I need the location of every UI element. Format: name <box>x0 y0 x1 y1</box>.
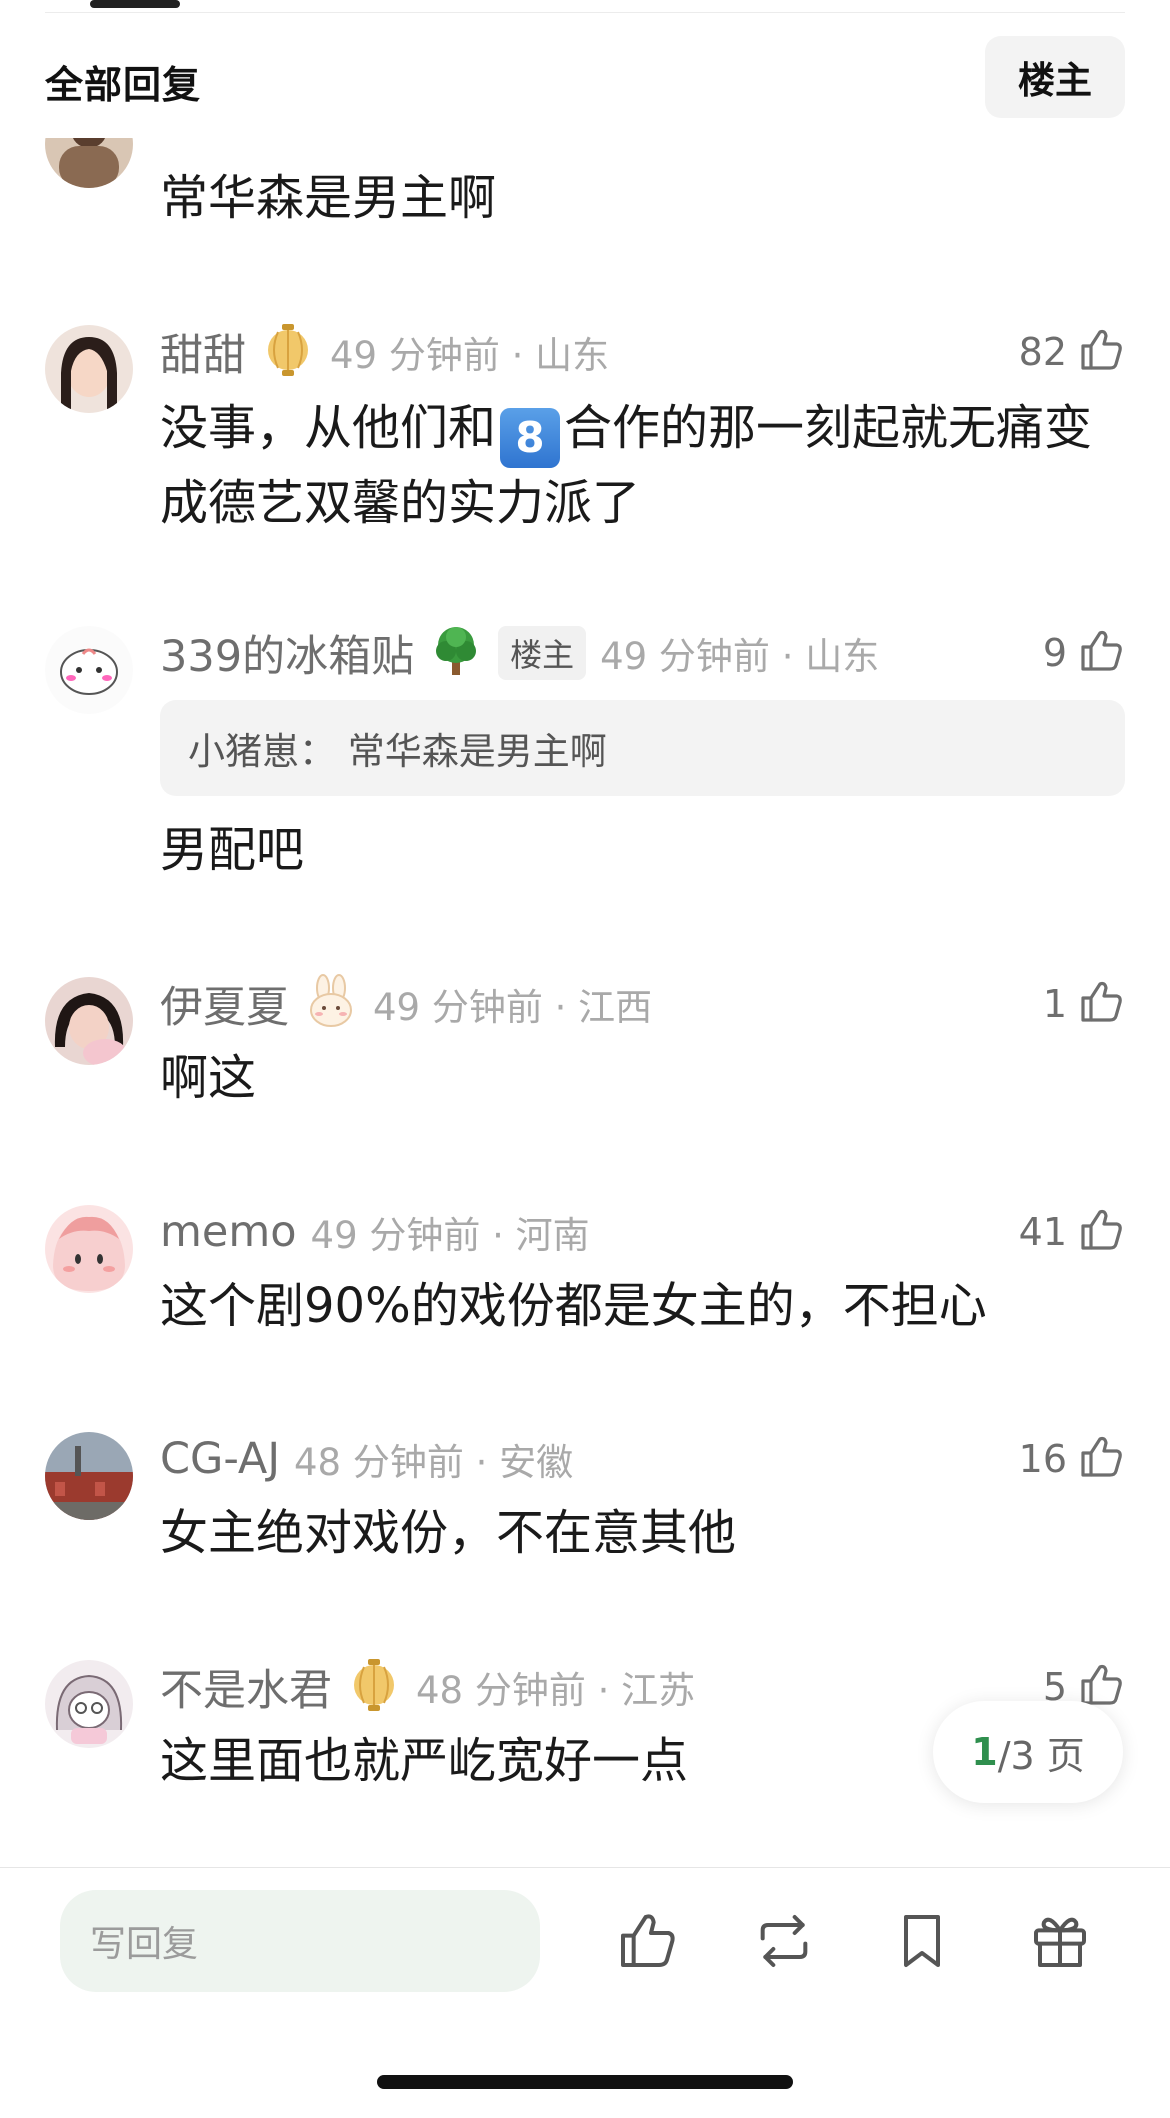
comment-text: 常华森是男主啊 <box>160 170 497 226</box>
comment-header: 甜甜 49 分钟前 · 山东 <box>160 322 609 382</box>
repost-button[interactable] <box>752 1909 816 1973</box>
gift-button[interactable] <box>1028 1909 1092 1973</box>
comment-meta: 49 分钟前 · 山东 <box>330 334 610 377</box>
like-count: 1 <box>1042 982 1067 1026</box>
thumb-up-icon <box>1077 1206 1125 1258</box>
reply-list-header: 全部回复 楼主 <box>0 14 1170 138</box>
avatar[interactable] <box>45 1205 133 1293</box>
comment-header: CG-AJ 48 分钟前 · 安徽 <box>160 1429 573 1489</box>
bottom-bar-divider <box>0 1867 1170 1868</box>
comment-header: memo 49 分钟前 · 河南 <box>160 1202 590 1262</box>
like-button[interactable]: 82 <box>1019 322 1125 382</box>
op-only-filter-button[interactable]: 楼主 <box>985 36 1125 118</box>
comments-page: 常华森是男主啊 甜甜 49 分钟前 · 山东 82 没事，从他们和 8 合作的那一刻… <box>0 0 1170 2118</box>
like-count: 16 <box>1018 1437 1067 1481</box>
avatar[interactable] <box>45 1660 133 1748</box>
username[interactable]: 不是水君 <box>160 1656 332 1718</box>
bookmark-icon <box>890 1915 954 1977</box>
tree-badge-icon <box>428 623 484 683</box>
reply-input[interactable]: 写回复 <box>60 1890 540 1992</box>
repost-icon <box>752 1915 816 1977</box>
username[interactable]: CG-AJ <box>160 1434 280 1484</box>
avatar[interactable] <box>45 977 133 1065</box>
current-page: 1 <box>971 1730 998 1774</box>
quoted-comment[interactable]: 小猪崽： 常华森是男主啊 <box>160 700 1125 796</box>
like-button[interactable]: 41 <box>1019 1202 1125 1262</box>
comment-header: 伊夏夏 49 分钟前 · 江西 <box>160 974 652 1034</box>
lantern-badge-icon <box>346 1657 402 1717</box>
thumb-up-icon <box>1077 326 1125 378</box>
comment-meta: 49 分钟前 · 江西 <box>373 986 653 1029</box>
like-button[interactable]: 9 <box>1043 623 1125 683</box>
lantern-badge-icon <box>260 322 316 382</box>
like-count: 82 <box>1018 330 1067 374</box>
username[interactable]: 甜甜 <box>160 321 246 383</box>
like-button[interactable]: 1 <box>1043 974 1125 1034</box>
comment-text: 没事，从他们和 8 合作的那一刻起就无痛变成德艺双馨的实力派了 <box>160 393 1125 539</box>
thumb-up-icon <box>1077 1433 1125 1485</box>
thumb-up-icon <box>1077 978 1125 1030</box>
comment-text: 啊这 <box>160 1050 257 1106</box>
like-count: 9 <box>1042 631 1067 675</box>
like-count: 41 <box>1018 1210 1067 1254</box>
thumb-up-icon <box>1077 627 1125 679</box>
home-indicator <box>377 2075 793 2089</box>
page-indicator[interactable]: 1/3 页 <box>933 1701 1123 1803</box>
op-tag: 楼主 <box>498 626 587 680</box>
avatar[interactable] <box>45 325 133 413</box>
avatar[interactable] <box>45 1432 133 1520</box>
bunny-badge-icon <box>303 974 359 1034</box>
comment-meta: 48 分钟前 · 江苏 <box>416 1669 696 1712</box>
gift-icon <box>1028 1917 1092 1977</box>
comment-meta: 48 分钟前 · 安徽 <box>294 1441 574 1484</box>
bookmark-button[interactable] <box>890 1909 954 1973</box>
username[interactable]: 伊夏夏 <box>160 973 289 1035</box>
comment-text: 男配吧 <box>160 822 305 878</box>
like-post-button[interactable] <box>615 1909 679 1973</box>
username[interactable]: memo <box>160 1207 297 1257</box>
top-divider <box>45 12 1125 13</box>
page-title: 全部回复 <box>45 63 202 107</box>
like-button[interactable]: 16 <box>1019 1429 1125 1489</box>
comment-meta: 49 分钟前 · 山东 <box>600 635 880 678</box>
comment-header: 不是水君 48 分钟前 · 江苏 <box>160 1657 695 1717</box>
keycap-number-emoji: 8 <box>500 408 561 468</box>
comment-text-part: 没事，从他们和 <box>160 400 497 456</box>
username[interactable]: 339的冰箱贴 <box>160 622 414 684</box>
comment-meta: 49 分钟前 · 河南 <box>310 1214 590 1257</box>
comment-text: 女主绝对戏份，不在意其他 <box>160 1505 737 1561</box>
active-tab-indicator <box>90 0 180 8</box>
reply-placeholder: 写回复 <box>90 1924 199 1965</box>
comment-header: 339的冰箱贴 楼主 49 分钟前 · 山东 <box>160 623 879 683</box>
comment-text: 这个剧90%的戏份都是女主的，不担心 <box>160 1278 987 1334</box>
total-pages: /3 页 <box>997 1733 1085 1778</box>
avatar[interactable] <box>45 626 133 714</box>
thumb-up-icon <box>615 1914 679 1977</box>
